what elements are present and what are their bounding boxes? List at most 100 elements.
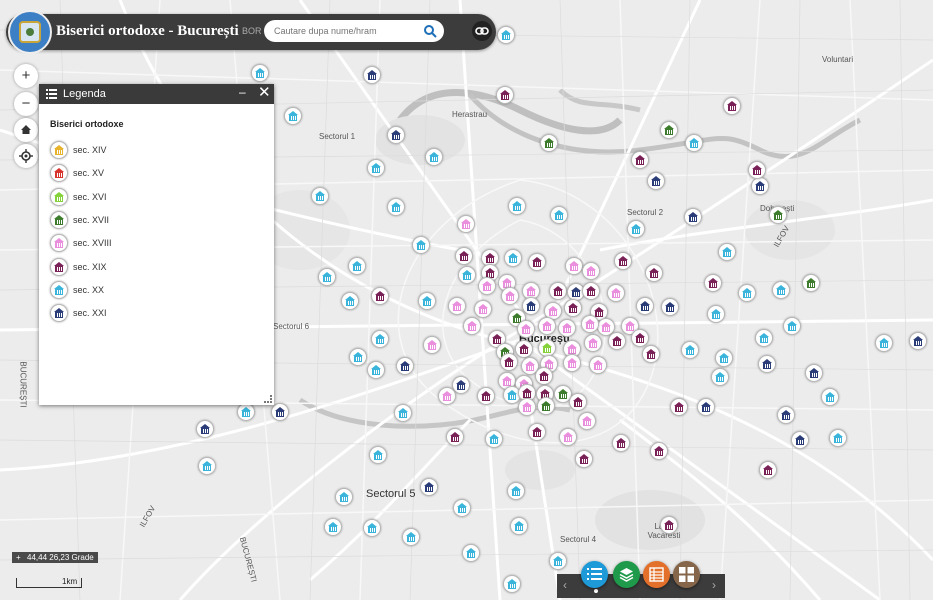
church-marker[interactable] bbox=[612, 434, 630, 452]
church-marker[interactable] bbox=[723, 97, 741, 115]
church-marker[interactable] bbox=[565, 257, 583, 275]
search-button[interactable] bbox=[422, 23, 438, 39]
church-marker[interactable] bbox=[829, 429, 847, 447]
church-marker[interactable] bbox=[751, 177, 769, 195]
church-marker[interactable] bbox=[805, 364, 823, 382]
church-marker[interactable] bbox=[909, 332, 927, 350]
church-marker[interactable] bbox=[508, 197, 526, 215]
home-button[interactable] bbox=[14, 118, 38, 142]
church-marker[interactable] bbox=[581, 315, 599, 333]
church-marker[interactable] bbox=[510, 517, 528, 535]
church-marker[interactable] bbox=[517, 320, 535, 338]
church-marker[interactable] bbox=[412, 236, 430, 254]
church-marker[interactable] bbox=[769, 206, 787, 224]
church-marker[interactable] bbox=[748, 161, 766, 179]
church-marker[interactable] bbox=[549, 552, 567, 570]
church-marker[interactable] bbox=[540, 134, 558, 152]
church-marker[interactable] bbox=[715, 349, 733, 367]
church-marker[interactable] bbox=[341, 292, 359, 310]
link-button[interactable] bbox=[472, 21, 492, 41]
church-marker[interactable] bbox=[670, 398, 688, 416]
church-marker[interactable] bbox=[478, 277, 496, 295]
church-marker[interactable] bbox=[318, 268, 336, 286]
legend-widget-button[interactable] bbox=[581, 561, 608, 588]
church-marker[interactable] bbox=[564, 299, 582, 317]
church-marker[interactable] bbox=[251, 64, 269, 82]
church-marker[interactable] bbox=[371, 287, 389, 305]
church-marker[interactable] bbox=[367, 159, 385, 177]
church-marker[interactable] bbox=[528, 423, 546, 441]
church-marker[interactable] bbox=[650, 442, 668, 460]
church-marker[interactable] bbox=[535, 367, 553, 385]
church-marker[interactable] bbox=[455, 247, 473, 265]
minimize-button[interactable]: – bbox=[239, 85, 246, 99]
church-marker[interactable] bbox=[349, 348, 367, 366]
church-marker[interactable] bbox=[463, 317, 481, 335]
church-marker[interactable] bbox=[875, 334, 893, 352]
church-marker[interactable] bbox=[271, 403, 289, 421]
church-marker[interactable] bbox=[311, 187, 329, 205]
church-marker[interactable] bbox=[363, 66, 381, 84]
church-marker[interactable] bbox=[711, 368, 729, 386]
church-marker[interactable] bbox=[497, 26, 515, 44]
church-marker[interactable] bbox=[755, 329, 773, 347]
church-marker[interactable] bbox=[500, 353, 518, 371]
next-page-icon[interactable]: › bbox=[712, 578, 716, 592]
church-marker[interactable] bbox=[284, 107, 302, 125]
church-marker[interactable] bbox=[474, 300, 492, 318]
church-marker[interactable] bbox=[791, 431, 809, 449]
church-marker[interactable] bbox=[550, 206, 568, 224]
church-marker[interactable] bbox=[772, 281, 790, 299]
church-marker[interactable] bbox=[802, 274, 820, 292]
church-marker[interactable] bbox=[418, 292, 436, 310]
church-marker[interactable] bbox=[660, 121, 678, 139]
church-marker[interactable] bbox=[448, 297, 466, 315]
church-marker[interactable] bbox=[369, 446, 387, 464]
church-marker[interactable] bbox=[462, 544, 480, 562]
church-marker[interactable] bbox=[367, 361, 385, 379]
church-marker[interactable] bbox=[237, 403, 255, 421]
legend-header[interactable]: Legenda – ✕ bbox=[39, 84, 274, 104]
church-marker[interactable] bbox=[538, 317, 556, 335]
locate-button[interactable] bbox=[14, 144, 38, 168]
church-marker[interactable] bbox=[614, 252, 632, 270]
church-marker[interactable] bbox=[589, 356, 607, 374]
church-marker[interactable] bbox=[558, 319, 576, 337]
church-marker[interactable] bbox=[438, 387, 456, 405]
basemap-widget-button[interactable] bbox=[673, 561, 700, 588]
church-marker[interactable] bbox=[423, 336, 441, 354]
church-marker[interactable] bbox=[821, 388, 839, 406]
church-marker[interactable] bbox=[758, 355, 776, 373]
zoom-out-button[interactable]: − bbox=[14, 92, 38, 116]
church-marker[interactable] bbox=[515, 340, 533, 358]
table-widget-button[interactable] bbox=[643, 561, 670, 588]
church-marker[interactable] bbox=[608, 332, 626, 350]
search-input[interactable] bbox=[274, 23, 414, 39]
church-marker[interactable] bbox=[645, 264, 663, 282]
church-marker[interactable] bbox=[363, 519, 381, 537]
previous-page-icon[interactable]: ‹ bbox=[563, 578, 567, 592]
layers-widget-button[interactable] bbox=[613, 561, 640, 588]
church-marker[interactable] bbox=[636, 297, 654, 315]
church-marker[interactable] bbox=[348, 257, 366, 275]
church-marker[interactable] bbox=[528, 253, 546, 271]
church-marker[interactable] bbox=[704, 274, 722, 292]
close-button[interactable]: ✕ bbox=[258, 83, 271, 101]
church-marker[interactable] bbox=[685, 134, 703, 152]
church-marker[interactable] bbox=[198, 457, 216, 475]
church-marker[interactable] bbox=[387, 198, 405, 216]
church-marker[interactable] bbox=[420, 478, 438, 496]
church-marker[interactable] bbox=[457, 215, 475, 233]
church-marker[interactable] bbox=[559, 428, 577, 446]
church-marker[interactable] bbox=[582, 282, 600, 300]
church-marker[interactable] bbox=[607, 284, 625, 302]
church-marker[interactable] bbox=[575, 450, 593, 468]
church-marker[interactable] bbox=[507, 482, 525, 500]
church-marker[interactable] bbox=[518, 398, 536, 416]
church-marker[interactable] bbox=[738, 284, 756, 302]
church-marker[interactable] bbox=[324, 518, 342, 536]
church-marker[interactable] bbox=[371, 330, 389, 348]
church-marker[interactable] bbox=[631, 329, 649, 347]
church-marker[interactable] bbox=[496, 86, 514, 104]
zoom-in-button[interactable]: + bbox=[14, 64, 38, 88]
